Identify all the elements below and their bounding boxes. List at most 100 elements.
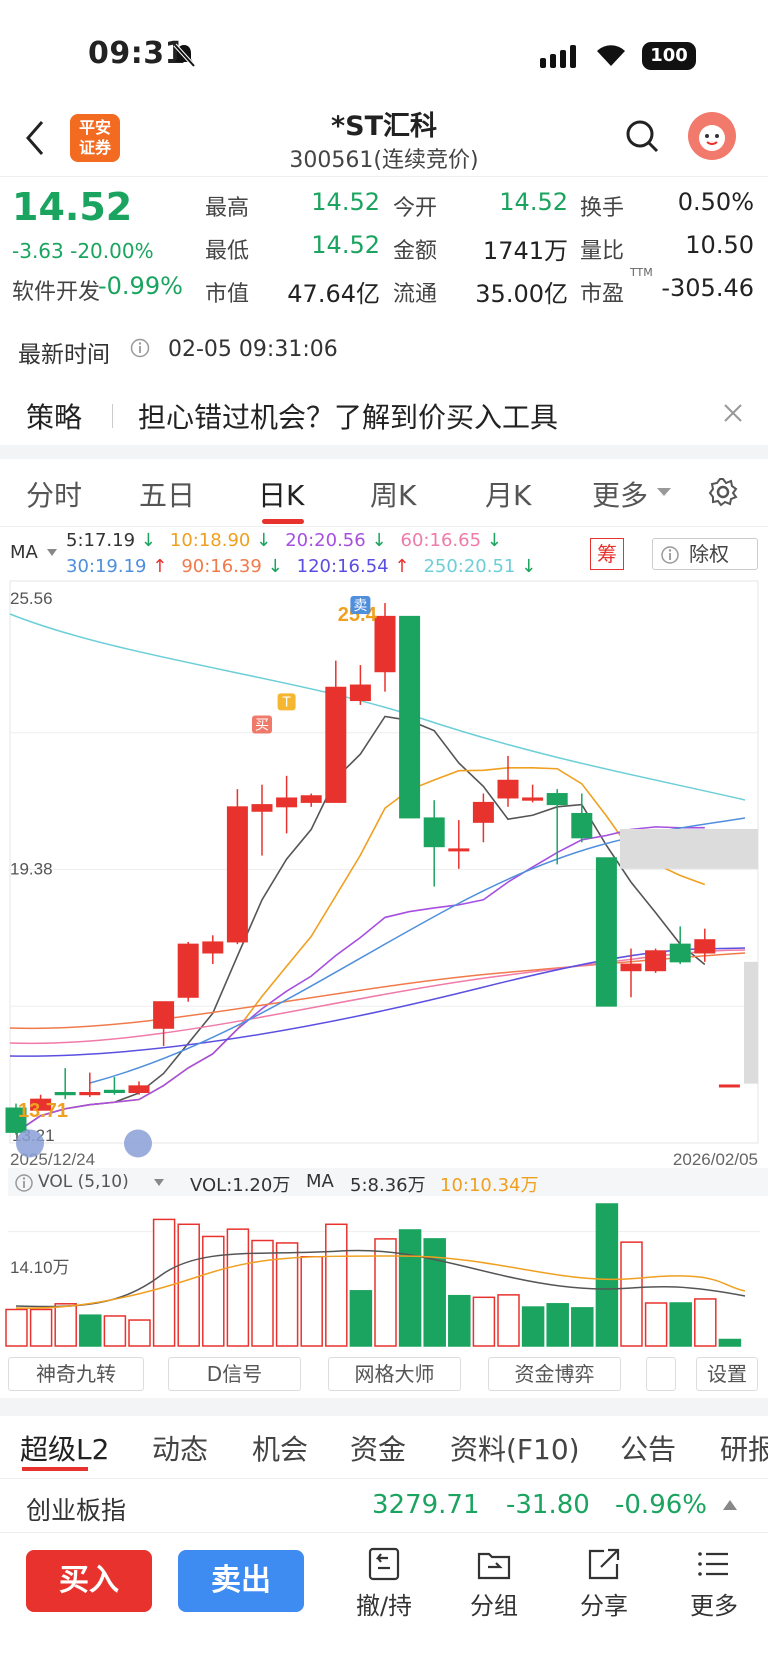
price-change: -3.63 -20.00%: [12, 239, 154, 263]
tab-funds[interactable]: 资金: [350, 1428, 406, 1468]
arrow-down-icon: ↓: [521, 556, 537, 577]
tab-research[interactable]: 研报: [720, 1428, 768, 1468]
group-button[interactable]: 分组: [454, 1546, 534, 1621]
index-name: 创业板指: [26, 1496, 127, 1525]
candlestick-chart[interactable]: 25.5619.3813.212025/12/242026/02/0525.41…: [0, 578, 768, 1168]
volume-bar: [472, 1296, 496, 1347]
volume-bar: [669, 1302, 692, 1347]
candle-body: [79, 1092, 101, 1096]
share-label: 分享: [580, 1592, 628, 1620]
gear-icon[interactable]: [707, 476, 739, 508]
candle-body: [571, 812, 593, 839]
volume-chart[interactable]: 14.10万: [0, 1196, 768, 1354]
tab-announcements[interactable]: 公告: [620, 1428, 676, 1468]
volume-bar: [694, 1298, 717, 1347]
volume-bar: [571, 1307, 594, 1347]
volume-bar: [300, 1255, 323, 1347]
menu-icon: [698, 1552, 728, 1576]
volume-bar: [128, 1319, 151, 1347]
indicator-tab-nine-turns[interactable]: 神奇九转: [8, 1357, 144, 1391]
share-button[interactable]: 分享: [564, 1546, 644, 1621]
indicator-tab-d-signal[interactable]: D信号: [168, 1357, 301, 1391]
indicator-settings-button[interactable]: 设置: [696, 1357, 758, 1391]
candle-body: [595, 857, 617, 1007]
volume-bar: [595, 1203, 619, 1347]
current-price: 14.52: [12, 185, 133, 229]
volume-y-label: 14.10万: [10, 1258, 70, 1277]
chip-button[interactable]: 筹: [590, 538, 624, 570]
volume-indicator-name[interactable]: VOL (5,10): [38, 1172, 129, 1192]
ma-dropdown-icon[interactable]: [46, 548, 58, 558]
tab-daily-k[interactable]: 日K: [258, 474, 304, 514]
stat-label-market-cap: 市值: [205, 282, 250, 307]
candle-body: [718, 1084, 740, 1088]
candle-body: [374, 615, 396, 673]
candle-body: [325, 686, 347, 803]
volume-ma-label: MA: [306, 1171, 334, 1192]
more-label: 更多: [690, 1592, 738, 1620]
arrow-down-icon: ↓: [256, 530, 272, 551]
avatar[interactable]: [688, 112, 736, 160]
candle-body: [522, 797, 544, 801]
chevron-up-icon[interactable]: [722, 1498, 738, 1512]
cancel-hold-button[interactable]: 撤/持: [344, 1546, 424, 1621]
active-tab-indicator: [262, 519, 304, 524]
indicator-tab-partial[interactable]: [646, 1357, 676, 1391]
sector-name[interactable]: 软件开发: [12, 274, 100, 306]
info-icon[interactable]: [14, 1173, 34, 1193]
search-icon[interactable]: [624, 118, 660, 154]
candle-body: [497, 779, 519, 799]
tab-monthly-k[interactable]: 月K: [485, 474, 531, 514]
buy-button[interactable]: 买入: [26, 1550, 152, 1612]
arrow-up-icon: ↑: [394, 556, 410, 577]
tab-f10[interactable]: 资料(F10): [450, 1428, 580, 1468]
ma-legend-item: 10:18.90 ↓: [169, 530, 272, 551]
volume-bar: [423, 1238, 446, 1347]
volume-bar: [521, 1306, 545, 1347]
volume-dropdown-icon[interactable]: [153, 1178, 165, 1188]
tab-intraday[interactable]: 分时: [26, 474, 82, 514]
volume-bar: [103, 1315, 127, 1347]
tab-opportunity[interactable]: 机会: [252, 1428, 308, 1468]
volume-bar: [374, 1238, 397, 1347]
banner-text[interactable]: 担心错过机会？了解到价买入工具: [138, 396, 558, 436]
more-button[interactable]: 更多: [674, 1546, 754, 1621]
signal-icon: [540, 45, 576, 68]
candle-body: [103, 1089, 125, 1094]
stat-value-low: 14.52: [311, 231, 380, 259]
share-icon: [588, 1548, 620, 1580]
chevron-down-icon[interactable]: [656, 486, 672, 498]
candle-body: [546, 793, 568, 806]
tab-more[interactable]: 更多: [592, 474, 648, 514]
active-tab-indicator: [22, 1467, 88, 1471]
x-axis-label-end: 2026/02/05: [673, 1150, 758, 1168]
info-icon[interactable]: [130, 338, 150, 358]
close-icon[interactable]: [722, 402, 744, 424]
volume-bar: [202, 1235, 225, 1347]
ma-legend-item: 250:20.51 ↓: [423, 556, 537, 577]
adjust-label: 除权: [689, 542, 729, 566]
sell-button[interactable]: 卖出: [178, 1550, 304, 1612]
ma-legend-item: 5:17.19 ↓: [66, 530, 156, 551]
collapse-control: [16, 1129, 44, 1158]
volume-bar: [644, 1302, 668, 1347]
index-change: -31.80: [506, 1490, 590, 1520]
candle-body: [472, 801, 494, 823]
tab-super-l2[interactable]: 超级L2: [20, 1428, 109, 1468]
indicator-tab-grid-master[interactable]: 网格大师: [328, 1357, 461, 1391]
arrow-down-icon: ↓: [140, 530, 156, 551]
price-gap-band: [620, 828, 758, 869]
sector-change: -0.99%: [98, 272, 183, 300]
update-label: 最新时间: [18, 342, 110, 368]
stat-value-amount: 1741万: [482, 237, 568, 265]
arrow-up-icon: ↑: [152, 556, 168, 577]
indicator-tab-fund-game[interactable]: 资金博弈: [488, 1357, 621, 1391]
tab-weekly-k[interactable]: 周K: [370, 474, 416, 514]
stat-label-float: 流通: [393, 282, 438, 307]
low-price-annotation: 13.71: [18, 1100, 68, 1122]
tab-five-day[interactable]: 五日: [139, 474, 195, 514]
battery-indicator: 100: [642, 42, 696, 70]
tab-news[interactable]: 动态: [152, 1428, 208, 1468]
volume-value: VOL:1.20万: [190, 1175, 291, 1196]
volume-bar: [226, 1228, 250, 1347]
